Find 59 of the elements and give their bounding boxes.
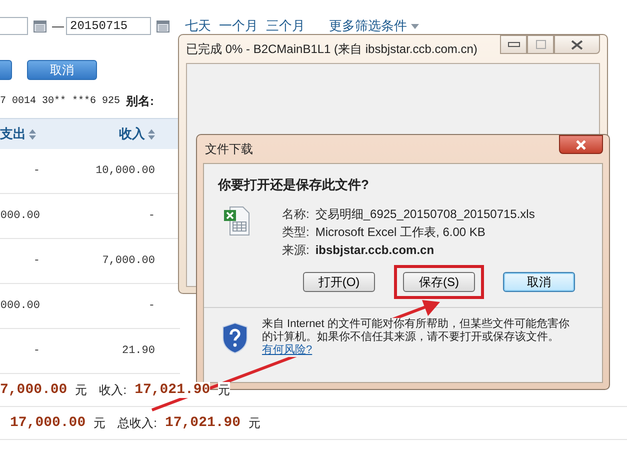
dialog-button[interactable]: 打开(O) bbox=[303, 272, 375, 292]
table-cell: 21.90 bbox=[122, 345, 155, 357]
alias-label: 别名: bbox=[126, 92, 154, 110]
amount-value: 17,000.00 bbox=[10, 415, 86, 431]
date-range-link[interactable]: 一个月 bbox=[219, 17, 258, 35]
spreadsheet-file-icon bbox=[224, 206, 250, 236]
field-value: 交易明细_6925_20150708_20150715.xls bbox=[315, 206, 535, 223]
field-label: 来源: bbox=[282, 242, 310, 259]
sort-icon[interactable] bbox=[148, 128, 155, 140]
dialog-title: 文件下载 bbox=[204, 140, 253, 158]
minimize-icon bbox=[508, 42, 520, 48]
table-cell: - bbox=[148, 300, 155, 312]
close-button[interactable] bbox=[554, 35, 600, 54]
calendar-icon[interactable] bbox=[33, 19, 47, 33]
table-cell: 000.00 bbox=[0, 300, 40, 312]
table-cell: - bbox=[33, 255, 40, 267]
window-title: 已完成 0% - B2CMainB1L1 (来自 ibsbjstar.ccb.com.cn) bbox=[186, 40, 478, 58]
table-cell: - bbox=[33, 165, 40, 177]
close-icon bbox=[576, 140, 586, 150]
column-header[interactable]: 收入 bbox=[119, 125, 145, 143]
amount-value: 17,021.90 bbox=[164, 415, 241, 431]
amount-value: 7,000.00 bbox=[0, 382, 68, 398]
account-number: 7 0014 30** ***6 925 bbox=[0, 96, 120, 106]
table-cell: - bbox=[148, 210, 155, 222]
field-label: 类型: bbox=[282, 224, 310, 241]
field-label: 名称: bbox=[282, 206, 310, 223]
currency-unit: 元 bbox=[248, 414, 261, 432]
close-button[interactable] bbox=[559, 135, 603, 154]
field-value: ibsbjstar.ccb.com.cn bbox=[315, 242, 434, 259]
date-to-field[interactable]: 20150715 bbox=[66, 17, 151, 35]
risk-link[interactable]: 有何风险? bbox=[262, 344, 312, 356]
table-cell: 000.00 bbox=[0, 210, 40, 222]
currency-unit: 元 bbox=[94, 414, 106, 432]
field-value: Microsoft Excel 工作表, 6.00 KB bbox=[315, 224, 486, 241]
dialog-button[interactable]: 保存(S) bbox=[403, 272, 475, 292]
column-header[interactable]: 支出 bbox=[0, 125, 26, 143]
amount-value: 17,021.90 bbox=[134, 382, 210, 398]
sort-icon[interactable] bbox=[29, 128, 36, 140]
more-filters-link[interactable]: 更多筛选条件 bbox=[329, 17, 407, 35]
date-from-field[interactable] bbox=[0, 17, 28, 35]
currency-unit: 元 bbox=[75, 382, 88, 398]
dialog-button[interactable]: 取消 bbox=[503, 272, 575, 292]
date-separator: — bbox=[52, 19, 64, 33]
table-cell: 7,000.00 bbox=[102, 255, 155, 267]
summary-label: 收入: bbox=[99, 382, 127, 398]
dialog-question: 你要打开还是保存此文件? bbox=[218, 176, 370, 194]
currency-unit: 元 bbox=[218, 382, 230, 398]
maximize-icon bbox=[536, 40, 546, 49]
close-icon bbox=[571, 40, 583, 50]
table-cell: - bbox=[33, 345, 40, 357]
calendar-icon[interactable] bbox=[156, 19, 170, 33]
caret-icon bbox=[411, 24, 419, 28]
date-range-link[interactable]: 三个月 bbox=[266, 17, 305, 35]
shield-question-icon bbox=[222, 322, 248, 354]
summary-label: 总收入: bbox=[118, 414, 157, 432]
table-cell: 10,000.00 bbox=[96, 165, 155, 177]
minimize-button[interactable] bbox=[500, 35, 527, 54]
date-range-link[interactable]: 七天 bbox=[185, 17, 211, 35]
query-button[interactable] bbox=[0, 60, 12, 80]
